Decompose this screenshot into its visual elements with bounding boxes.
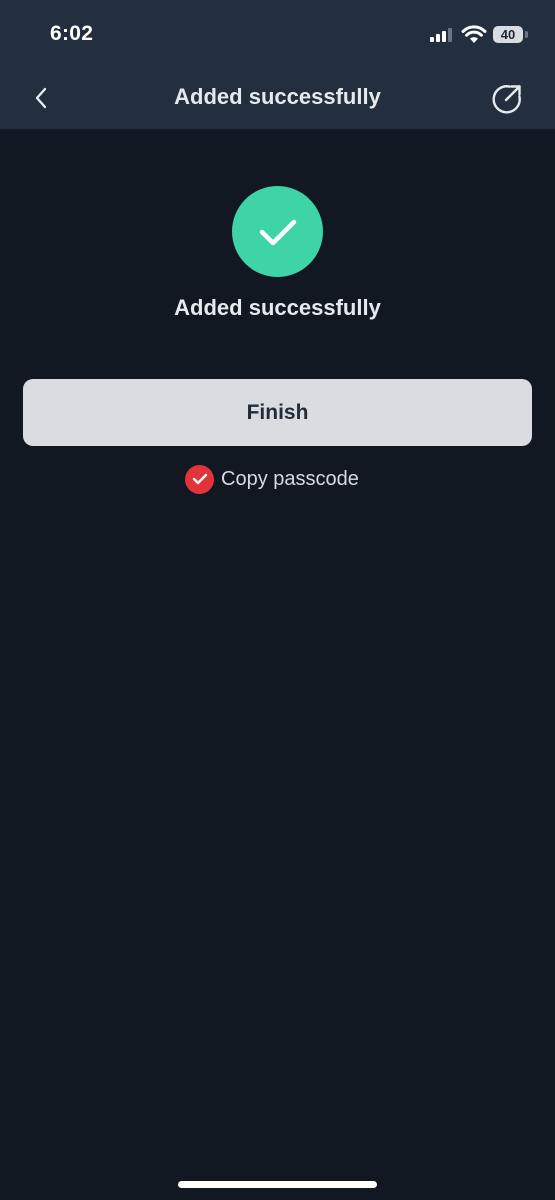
- copy-passcode-option[interactable]: Copy passcode: [185, 464, 359, 494]
- home-indicator[interactable]: [178, 1181, 377, 1188]
- status-bar: 6:02 40: [0, 0, 555, 70]
- battery-tip: [525, 31, 528, 38]
- checkmark-icon: [192, 473, 207, 485]
- status-time: 6:02: [50, 22, 94, 45]
- copy-passcode-label: Copy passcode: [221, 467, 359, 490]
- wifi-icon: [461, 25, 487, 43]
- copy-passcode-checkbox[interactable]: [185, 464, 214, 494]
- nav-bar: Added successfully: [0, 70, 555, 129]
- share-external-icon: [492, 85, 521, 114]
- success-message: Added successfully: [174, 295, 381, 320]
- checkmark-icon: [259, 219, 296, 245]
- finish-button[interactable]: Finish: [23, 379, 532, 446]
- page-title: Added successfully: [174, 84, 381, 109]
- top-area: 6:02 40 Added successfully: [0, 0, 555, 129]
- battery-icon: 40: [493, 26, 523, 43]
- share-button[interactable]: [490, 82, 524, 116]
- success-badge: [232, 186, 323, 277]
- signal-icon: [430, 28, 456, 42]
